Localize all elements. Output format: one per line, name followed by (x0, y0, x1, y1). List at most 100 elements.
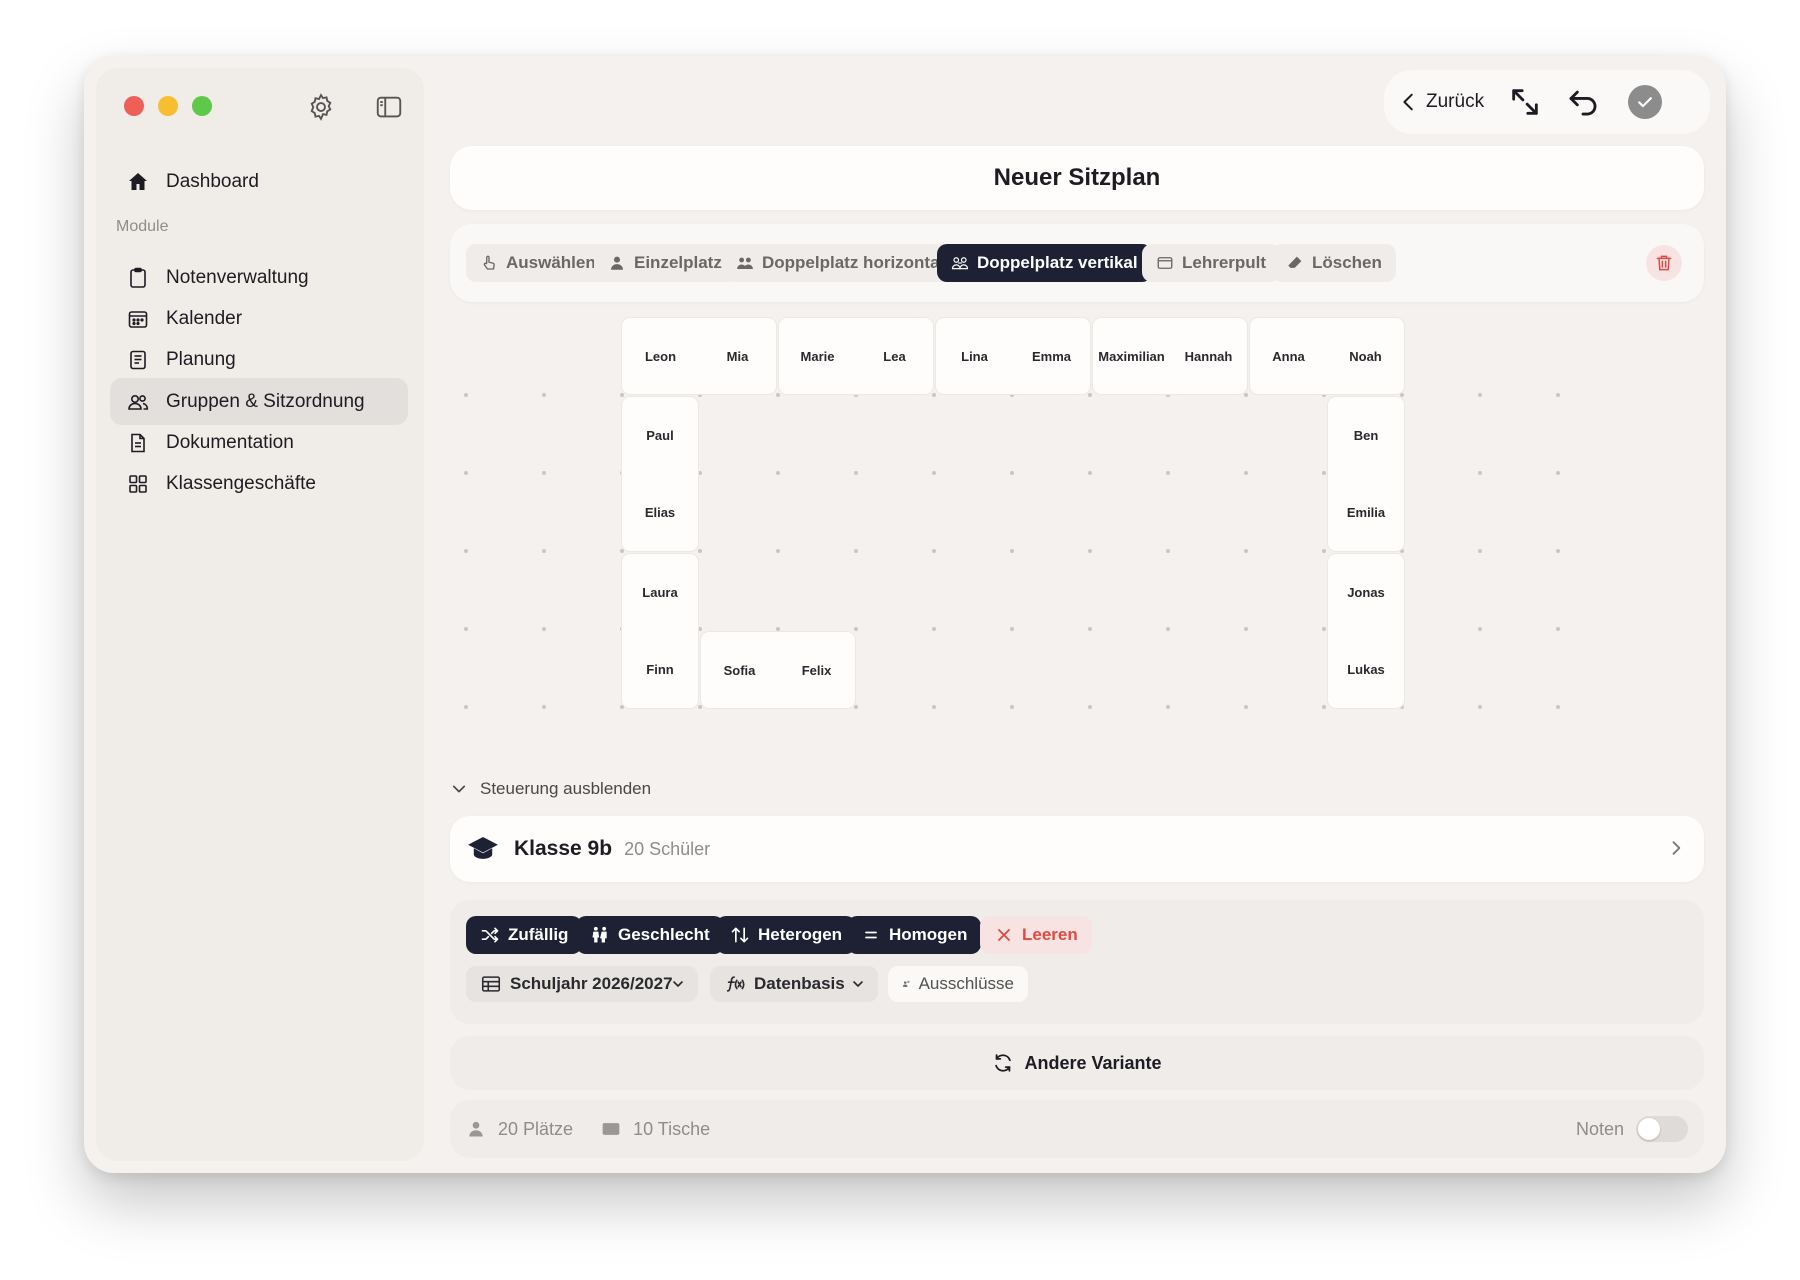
sidebar-item-gruppen[interactable]: Gruppen & Sitzordnung (110, 378, 408, 425)
sidebar: Dashboard Module Notenverwaltung Kalende… (96, 68, 424, 1161)
sidebar-item-dashboard[interactable]: Dashboard (110, 158, 408, 205)
seat-student[interactable]: Finn (622, 631, 698, 708)
sort-arrows-icon (731, 927, 749, 943)
grid-dot (1556, 705, 1560, 709)
person-icon (469, 1121, 483, 1137)
seat-student[interactable]: Marie (779, 318, 856, 394)
arrangement-controls: Zufällig Geschlecht Heterogen Homogen Le… (450, 900, 1704, 1024)
tool-double-horizontal-button[interactable]: Doppelplatz horizontal (722, 244, 959, 282)
tool-select-button[interactable]: Auswählen (466, 244, 610, 282)
seat-student[interactable]: Emilia (1328, 474, 1404, 551)
seating-canvas[interactable]: Leon Mia Marie Lea Lina Emma Maximilian … (450, 318, 1710, 778)
seat-student[interactable]: Elias (622, 474, 698, 551)
seat-student[interactable]: Felix (778, 632, 855, 708)
grid-dot (1010, 471, 1014, 475)
delete-all-button[interactable] (1646, 245, 1682, 281)
grid-dot (854, 471, 858, 475)
gender-button[interactable]: Geschlecht (576, 916, 724, 954)
seat-student[interactable]: Maximilian (1093, 318, 1170, 394)
sidebar-item-label: Kalender (166, 307, 243, 329)
desk-double[interactable]: Jonas Lukas (1328, 554, 1404, 708)
random-button[interactable]: Zufällig (466, 916, 583, 954)
grid-dot (542, 627, 546, 631)
sidebar-item-klassengeschaefte[interactable]: Klassengeschäfte (110, 460, 408, 507)
grid-dot (1166, 549, 1170, 553)
desk-double[interactable]: Sofia Felix (701, 632, 855, 708)
heterogeneous-button[interactable]: Heterogen (716, 916, 857, 954)
seat-student[interactable]: Emma (1013, 318, 1090, 394)
sidebar-item-notenverwaltung[interactable]: Notenverwaltung (110, 254, 408, 301)
tables-label: 10 Tische (633, 1118, 711, 1139)
seat-student[interactable]: Mia (699, 318, 776, 394)
seat-student[interactable]: Noah (1327, 318, 1404, 394)
grid-dot (464, 549, 468, 553)
toggle-controls-button[interactable]: Steuerung ausblenden (450, 779, 651, 799)
sidebar-item-label: Planung (166, 348, 236, 370)
chevron-right-icon (1672, 841, 1681, 855)
table-rect-icon (602, 1123, 620, 1135)
grid-dot (1478, 705, 1482, 709)
module-section-label: Module (116, 218, 169, 235)
seat-student[interactable]: Paul (622, 397, 698, 474)
two-persons-icon (737, 257, 753, 269)
sidebar-toggle-icon[interactable] (374, 92, 404, 122)
grid-dot (1478, 549, 1482, 553)
tool-teacher-desk-button[interactable]: Lehrerpult (1142, 244, 1281, 282)
close-window-button[interactable] (124, 96, 144, 116)
maximize-window-button[interactable] (192, 96, 212, 116)
house-icon (129, 172, 147, 190)
grid-dot (1322, 549, 1326, 553)
sidebar-item-planung[interactable]: Planung (110, 336, 408, 383)
school-year-value: Schuljahr 2026/2027 (510, 974, 673, 993)
grid-dot (1556, 549, 1560, 553)
seat-student[interactable]: Lukas (1328, 631, 1404, 708)
exclusions-button[interactable]: Ausschlüsse (888, 966, 1028, 1002)
seat-student[interactable]: Lea (856, 318, 933, 394)
desk-double[interactable]: Anna Noah (1250, 318, 1404, 394)
grid-dot (1244, 471, 1248, 475)
tool-eraser-button[interactable]: Löschen (1272, 244, 1396, 282)
minimize-window-button[interactable] (158, 96, 178, 116)
desk-double[interactable]: Lina Emma (936, 318, 1090, 394)
tables-count: 10 Tische (601, 1119, 710, 1140)
grid-dot (1166, 471, 1170, 475)
desk-double[interactable]: Leon Mia (622, 318, 776, 394)
seat-student[interactable]: Leon (622, 318, 699, 394)
sidebar-item-dokumentation[interactable]: Dokumentation (110, 419, 408, 466)
places-label: 20 Plätze (498, 1118, 574, 1139)
grid-dot (464, 705, 468, 709)
seat-student[interactable]: Hannah (1170, 318, 1247, 394)
clear-button[interactable]: Leeren (980, 916, 1092, 954)
tool-single-seat-button[interactable]: Einzelplatz (594, 244, 736, 282)
school-year-select[interactable]: Schuljahr 2026/2027 (466, 966, 698, 1002)
desk-double[interactable]: Paul Elias (622, 397, 698, 551)
seat-student[interactable]: Laura (622, 554, 698, 631)
seat-student[interactable]: Jonas (1328, 554, 1404, 631)
grid-dot (464, 471, 468, 475)
seat-student[interactable]: Sofia (701, 632, 778, 708)
desk-double[interactable]: Maximilian Hannah (1093, 318, 1247, 394)
grades-switch[interactable] (1636, 1116, 1688, 1142)
calendar-icon (128, 310, 148, 328)
database-select[interactable]: Datenbasis (710, 966, 878, 1002)
seat-student[interactable]: Anna (1250, 318, 1327, 394)
tool-eraser-label: Löschen (1312, 253, 1382, 272)
grades-toggle: Noten (1576, 1116, 1688, 1142)
seat-student[interactable]: Ben (1328, 397, 1404, 474)
grid-dot (1556, 393, 1560, 397)
homogeneous-button[interactable]: Homogen (847, 916, 982, 954)
other-variant-button[interactable]: Andere Variante (450, 1036, 1704, 1090)
desk-double[interactable]: Ben Emilia (1328, 397, 1404, 551)
desk-double[interactable]: Marie Lea (779, 318, 933, 394)
tool-double-vertical-button[interactable]: Doppelplatz vertikal (937, 244, 1152, 282)
clear-label: Leeren (1022, 925, 1078, 944)
grid-dot (1478, 471, 1482, 475)
sidebar-item-kalender[interactable]: Kalender (110, 295, 408, 342)
page-title[interactable]: Neuer Sitzplan (450, 146, 1704, 210)
grid-dot (1088, 627, 1092, 631)
class-selector[interactable]: Klasse 9b 20 Schüler (450, 816, 1704, 882)
seat-student[interactable]: Lina (936, 318, 1013, 394)
gear-icon[interactable] (306, 92, 336, 122)
desk-double[interactable]: Laura Finn (622, 554, 698, 708)
other-variant-label: Andere Variante (1024, 1052, 1162, 1073)
